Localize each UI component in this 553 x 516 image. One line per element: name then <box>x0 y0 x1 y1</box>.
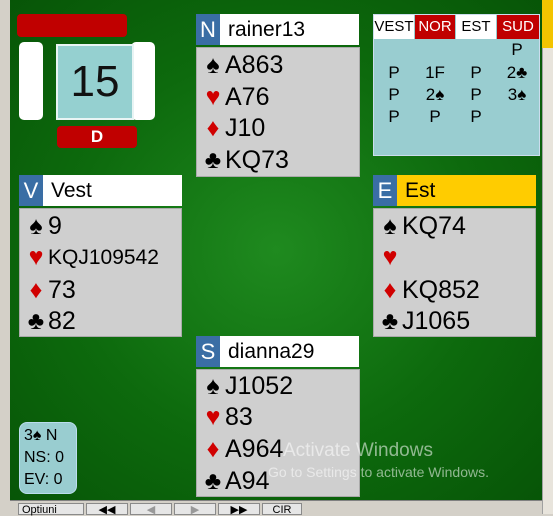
next-trick-button[interactable]: ▶ <box>174 503 216 516</box>
west-player-name[interactable]: Vest <box>43 175 92 206</box>
north-hand: N rainer13 ♠ A863 ♥ A76 ♦ J10 ♣ KQ73 <box>196 14 360 178</box>
north-hearts[interactable]: ♥ A76 <box>201 82 270 113</box>
side-tab[interactable] <box>542 0 553 48</box>
activation-watermark-text: Go to Settings to activate Windows. <box>268 464 489 480</box>
vulnerability-west-bar <box>19 42 43 120</box>
west-seat-badge: V <box>19 175 43 206</box>
bid-cell: P <box>511 40 523 59</box>
bid-cell: P <box>388 63 400 82</box>
bid-cell: P <box>429 107 441 126</box>
north-player-name[interactable]: rainer13 <box>220 14 305 45</box>
west-clubs[interactable]: ♣ 82 <box>24 306 76 337</box>
south-player-name[interactable]: dianna29 <box>220 336 314 367</box>
spade-icon: ♠ <box>206 372 220 400</box>
heart-icon: ♥ <box>382 243 398 271</box>
bid-header-west: VEST <box>374 15 414 39</box>
south-spades[interactable]: ♠ J1052 <box>201 371 293 402</box>
east-player-name[interactable]: Est <box>397 175 435 206</box>
bid-cell: 2♣ <box>506 63 528 82</box>
east-header: E Est <box>373 175 536 206</box>
contract-label: 3♠ N <box>24 427 58 444</box>
north-clubs[interactable]: ♣ KQ73 <box>201 145 289 176</box>
club-icon: ♣ <box>204 146 222 174</box>
last-trick-button[interactable]: ▶▶ <box>218 503 260 516</box>
bidding-history: VEST NOR EST SUD P P 1F P 2♣ P 2♠ P 3♠ P… <box>373 14 540 156</box>
diamond-icon: ♦ <box>206 114 220 142</box>
dealer-indicator: D <box>57 126 137 148</box>
vulnerability-north-bar <box>17 14 127 37</box>
west-cards: ♠ 9 ♥ KQJ109542 ♦ 73 ♣ 82 <box>19 208 182 337</box>
bid-cell: P <box>388 85 400 104</box>
east-diamonds[interactable]: ♦ KQ852 <box>378 275 480 306</box>
ev-score: EV: 0 <box>24 471 63 488</box>
activation-watermark-title: Activate Windows <box>283 440 433 461</box>
right-scrollbar[interactable] <box>542 0 553 514</box>
north-cards: ♠ A863 ♥ A76 ♦ J10 ♣ KQ73 <box>196 47 360 177</box>
south-clubs[interactable]: ♣ A94 <box>201 466 270 497</box>
vulnerability-east-bar <box>131 42 155 120</box>
bid-header-south: SUD <box>497 15 539 39</box>
east-hearts[interactable]: ♥ <box>378 242 402 273</box>
prev-trick-button[interactable]: ◀ <box>130 503 172 516</box>
bid-cell: P <box>388 107 400 126</box>
bid-cell: P <box>470 107 482 126</box>
club-icon: ♣ <box>204 467 222 495</box>
first-trick-button[interactable]: ◀◀ <box>86 503 128 516</box>
diamond-icon: ♦ <box>383 276 397 304</box>
options-button[interactable]: Optiuni <box>18 503 84 516</box>
bid-cell: 2♠ <box>425 85 445 104</box>
contract-score-box: 3♠ N NS: 0 EV: 0 <box>19 422 77 494</box>
diamond-icon: ♦ <box>206 435 220 463</box>
west-spades[interactable]: ♠ 9 <box>24 211 62 242</box>
bid-cell: P <box>470 85 482 104</box>
board-number: 15 <box>56 44 134 120</box>
west-diamonds[interactable]: ♦ 73 <box>24 275 76 306</box>
west-header: V Vest <box>19 175 182 206</box>
card-table: 15 D N rainer13 ♠ A863 ♥ A76 ♦ J10 ♣ KQ73 V … <box>10 0 542 500</box>
bid-header-east: EST <box>456 15 496 39</box>
north-spades[interactable]: ♠ A863 <box>201 50 283 81</box>
bid-cell: 1F <box>425 63 445 82</box>
clear-button[interactable]: CIR <box>262 503 302 516</box>
heart-icon: ♥ <box>28 243 44 271</box>
south-header: S dianna29 <box>196 336 359 367</box>
east-cards: ♠ KQ74 ♥ ♦ KQ852 ♣ J1065 <box>373 208 536 337</box>
bid-cell: P <box>470 63 482 82</box>
spade-icon: ♠ <box>383 212 397 240</box>
bid-header-north: NOR <box>415 15 455 39</box>
heart-icon: ♥ <box>205 83 221 111</box>
spade-icon: ♠ <box>29 212 43 240</box>
heart-icon: ♥ <box>205 403 221 431</box>
north-header: N rainer13 <box>196 14 359 45</box>
north-diamonds[interactable]: ♦ J10 <box>201 113 266 144</box>
diamond-icon: ♦ <box>29 276 43 304</box>
east-seat-badge: E <box>373 175 397 206</box>
east-clubs[interactable]: ♣ J1065 <box>378 306 470 337</box>
bottom-toolbar: Optiuni ◀◀ ◀ ▶ ▶▶ CIR <box>10 500 542 516</box>
club-icon: ♣ <box>381 307 399 335</box>
bid-cell: 3♠ <box>507 85 527 104</box>
spade-icon: ♠ <box>206 51 220 79</box>
east-hand: E Est ♠ KQ74 ♥ ♦ KQ852 ♣ J1065 <box>373 175 537 340</box>
south-seat-badge: S <box>196 336 220 367</box>
south-diamonds[interactable]: ♦ A964 <box>201 434 284 465</box>
west-hearts[interactable]: ♥ KQJ109542 <box>24 242 159 273</box>
club-icon: ♣ <box>27 307 45 335</box>
ns-score: NS: 0 <box>24 449 65 466</box>
north-seat-badge: N <box>196 14 220 45</box>
west-hand: V Vest ♠ 9 ♥ KQJ109542 ♦ 73 ♣ 82 <box>19 175 183 340</box>
south-hearts[interactable]: ♥ 83 <box>201 402 253 433</box>
east-spades[interactable]: ♠ KQ74 <box>378 211 466 242</box>
